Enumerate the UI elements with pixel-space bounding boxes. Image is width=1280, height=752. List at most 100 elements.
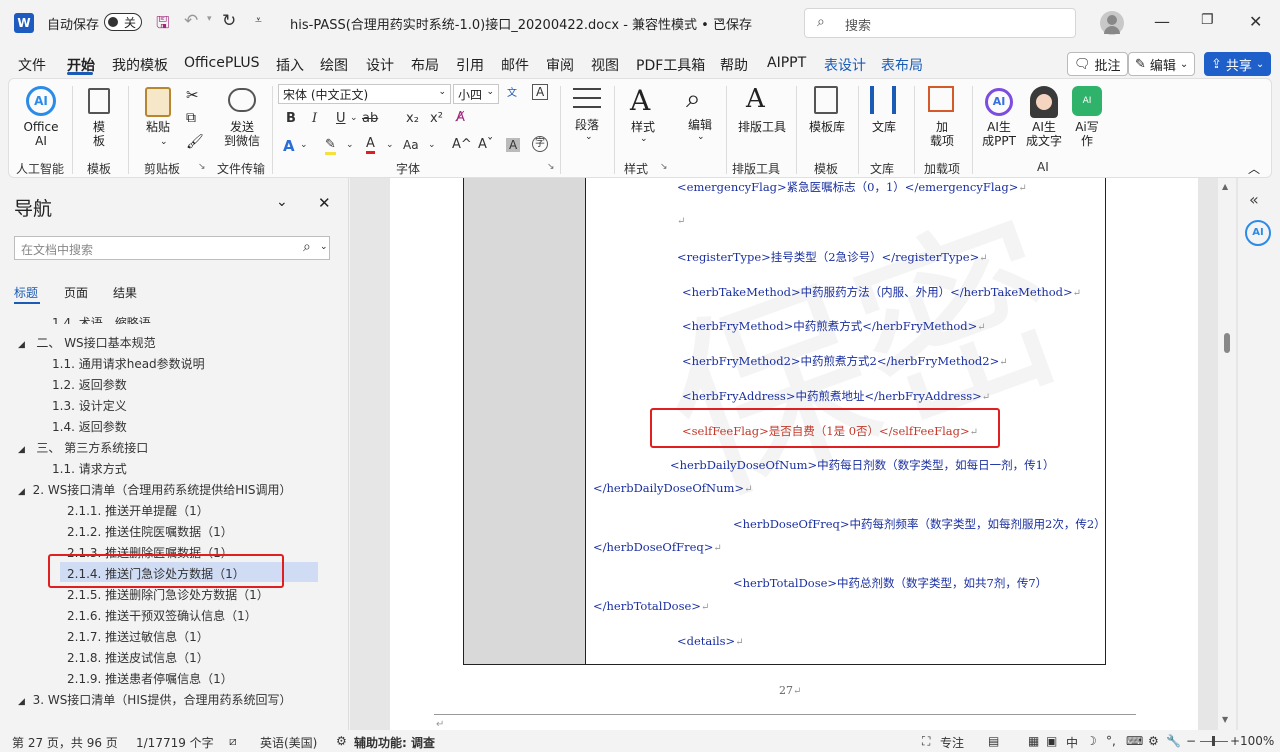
proofing-icon[interactable]: ⧄ [229, 734, 237, 749]
language[interactable]: 英语(美国) [260, 734, 317, 751]
close-icon[interactable]: ✕ [318, 194, 331, 212]
character-border-icon[interactable]: A [532, 84, 549, 100]
dialog-launcher-icon[interactable]: ↘ [547, 162, 555, 172]
xml-line[interactable]: <herbDoseOfFreq>中药每剂频率（数字类型，如每剂服用2次，传2） [733, 516, 1106, 532]
chevron-down-icon[interactable]: ⌄ [697, 132, 705, 142]
library-icon[interactable] [870, 86, 896, 114]
font-size-select[interactable]: 小四 ⌄ [453, 84, 499, 104]
nav-heading-item[interactable]: 2.1.8. 推送皮试信息（1） [67, 649, 209, 666]
clear-format-icon[interactable]: A̸ [456, 110, 465, 125]
phonetic-guide-icon[interactable]: 文 [507, 84, 517, 99]
nav-heading-item[interactable]: 1.1. 请求方式 [52, 460, 127, 477]
editing-button[interactable]: 编辑 [682, 118, 718, 132]
template-button[interactable]: 模 板 [84, 120, 114, 148]
tab-headings[interactable]: 标题 [14, 284, 38, 301]
chevron-down-icon[interactable]: ⌄ [428, 140, 436, 150]
minimize-icon[interactable]: — [1154, 12, 1170, 31]
ai-ppt-button[interactable]: AI生 成PPT [980, 120, 1018, 148]
change-case-icon[interactable]: Aa [403, 138, 419, 152]
tab-file[interactable]: 文件 [18, 55, 46, 75]
avatar[interactable] [1100, 11, 1124, 35]
template-library-icon[interactable] [814, 86, 838, 114]
dialog-launcher-icon[interactable]: ↘ [660, 162, 668, 172]
grow-font-icon[interactable]: A^ [452, 137, 472, 152]
zoom-slider-thumb[interactable] [1212, 736, 1215, 746]
italic-icon[interactable]: I [312, 111, 317, 126]
ime-mode[interactable]: 中 [1066, 734, 1078, 751]
nav-heading-item[interactable]: 2.1.6. 推送干预双签确认信息（1） [67, 607, 257, 624]
styles-button[interactable]: 样式 [626, 120, 660, 134]
tab-layout[interactable]: 布局 [411, 55, 439, 75]
print-layout-icon[interactable]: ▦ [1028, 734, 1039, 748]
chevron-down-icon[interactable]: ⌄ [160, 137, 168, 147]
zoom-out-icon[interactable]: − [1186, 734, 1196, 748]
ai-text-button[interactable]: AI生 成文字 [1022, 120, 1066, 148]
nav-search-input[interactable]: 在文档中搜索 ⌕ ⌄ [14, 236, 330, 260]
xml-line[interactable]: <herbFryMethod2>中药煎煮方式2</herbFryMethod2>… [682, 353, 1008, 369]
addins-icon[interactable] [928, 86, 954, 112]
nav-heading-item[interactable]: 2.1.1. 推送开单提醒（1） [67, 502, 209, 519]
customize-toolbar-icon[interactable]: ⩡ [255, 13, 262, 28]
addins-button[interactable]: 加 载项 [924, 120, 960, 148]
ai-write-button[interactable]: Ai写 作 [1068, 120, 1106, 148]
tab-officeplus[interactable]: OfficePLUS [184, 55, 260, 71]
restore-icon[interactable]: ❐ [1201, 12, 1214, 28]
nav-heading-item[interactable]: 1.3. 设计定义 [52, 397, 127, 414]
styles-icon[interactable]: A [630, 84, 650, 117]
tab-mailings[interactable]: 邮件 [501, 55, 529, 75]
chevron-down-icon[interactable]: ⌄ [585, 132, 593, 142]
word-count[interactable]: 1/17719 个字 [136, 734, 214, 751]
page-count[interactable]: 第 27 页，共 96 页 [12, 734, 118, 751]
web-layout-icon[interactable]: ▣ [1046, 734, 1057, 748]
search-box[interactable]: ⌕ 搜索 [804, 8, 1076, 38]
layout-tool-button[interactable]: 排版工具 [734, 120, 790, 134]
tab-help[interactable]: 帮助 [720, 55, 748, 75]
xml-line[interactable]: <herbTakeMethod>中药服药方法（内服、外用）</herbTakeM… [682, 284, 1081, 300]
dialog-launcher-icon[interactable]: ↘ [198, 162, 206, 172]
nav-heading-item[interactable]: 2.1.2. 推送住院医嘱数据（1） [67, 523, 233, 540]
paragraph-button[interactable]: 段落 [570, 118, 604, 132]
xml-line[interactable]: <herbFryMethod>中药煎煮方式</herbFryMethod>↵ [682, 318, 986, 334]
character-shading-icon[interactable]: A [506, 138, 521, 152]
enclose-character-icon[interactable]: 字 [532, 136, 548, 152]
document-title[interactable]: his-PASS(合理用药实时系统-1.0)接口_20200422.docx -… [290, 14, 752, 33]
tab-results[interactable]: 结果 [113, 284, 137, 301]
focus-mode[interactable]: 专注 [940, 734, 964, 751]
tab-table-design[interactable]: 表设计 [824, 55, 866, 75]
zoom-level[interactable]: 100% [1240, 734, 1274, 748]
library-button[interactable]: 文库 [866, 120, 902, 134]
read-mode-icon[interactable]: ▤ [988, 734, 999, 748]
undo-icon[interactable]: ↶ [184, 11, 198, 31]
ai-assistant-icon[interactable]: AI [1245, 220, 1271, 246]
office-ai-button[interactable]: Office AI [20, 120, 62, 148]
subscript-icon[interactable]: x₂ [406, 111, 419, 126]
nav-heading-item[interactable]: ◢ 2. WS接口清单（合理用药系统提供给HIS调用） [18, 481, 292, 498]
xml-line[interactable]: </herbDailyDoseOfNum>↵ [593, 481, 752, 495]
strikethrough-icon[interactable]: ab [362, 111, 378, 126]
ai-ppt-icon[interactable]: AI [985, 88, 1013, 116]
nav-heading-item[interactable]: ◢ 三、 第三方系统接口 [18, 439, 148, 456]
expand-panel-icon[interactable]: « [1249, 190, 1259, 209]
xml-line[interactable]: </herbDoseOfFreq>↵ [593, 540, 722, 554]
collapse-ribbon-icon[interactable]: ︿ [1248, 160, 1260, 177]
tab-view[interactable]: 视图 [591, 55, 619, 75]
send-wechat-button[interactable]: 发送 到微信 [220, 120, 264, 148]
nav-heading-item[interactable]: 2.1.5. 推送删除门急诊处方数据（1） [67, 586, 269, 603]
edit-mode-button[interactable]: ✎ 编辑 ⌄ [1128, 52, 1196, 76]
chevron-down-icon[interactable]: ⌄ [716, 14, 724, 25]
ai-write-icon[interactable]: AI [1072, 86, 1102, 116]
chevron-down-icon[interactable]: ⌄ [386, 140, 394, 150]
format-painter-icon[interactable]: 🖌 [186, 134, 204, 150]
accessibility-status[interactable]: 辅助功能: 调查 [354, 734, 435, 751]
paste-icon[interactable] [145, 87, 171, 117]
copy-icon[interactable]: ⧉ [186, 110, 196, 126]
tab-design[interactable]: 设计 [366, 55, 394, 75]
chevron-down-icon[interactable]: ⌄ [350, 113, 358, 123]
xml-line[interactable]: <emergencyFlag>紧急医嘱标志（0，1）</emergencyFla… [677, 179, 1027, 195]
nav-heading-item[interactable]: 2.1.7. 推送过敏信息（1） [67, 628, 209, 645]
tab-aippt[interactable]: AIPPT [767, 55, 806, 71]
moon-icon[interactable]: ☽ [1086, 734, 1097, 748]
tab-references[interactable]: 引用 [456, 55, 484, 75]
chevron-down-icon[interactable]: ⌄ [346, 140, 354, 150]
vertical-scrollbar[interactable]: ▲ ▼ [1218, 178, 1236, 730]
